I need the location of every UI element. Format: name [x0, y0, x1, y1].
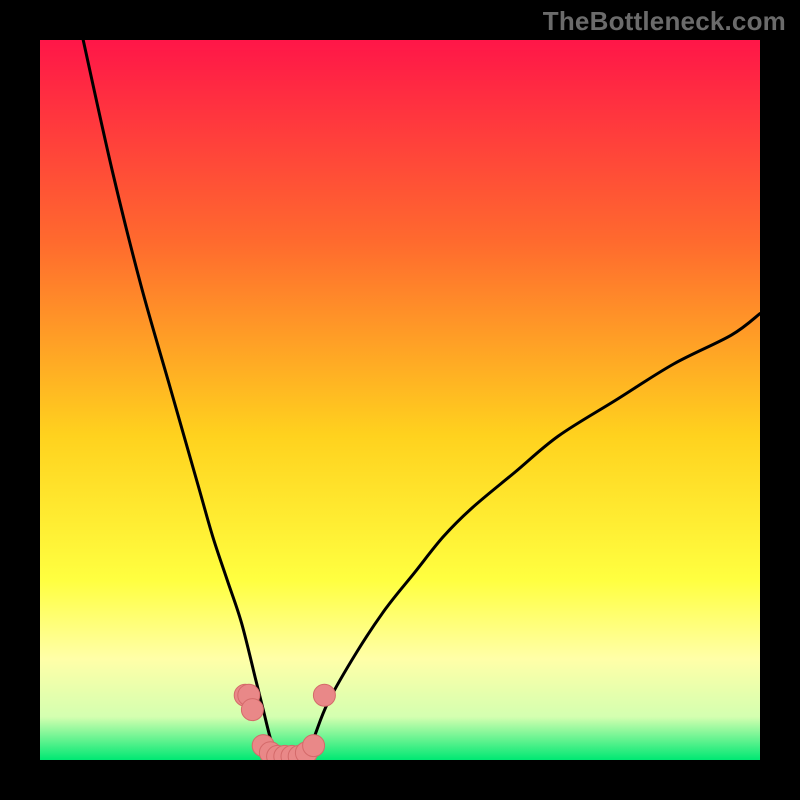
bottleneck-chart	[40, 40, 760, 760]
curve-marker	[241, 699, 263, 721]
outer-frame: TheBottleneck.com	[0, 0, 800, 800]
curve-marker	[303, 735, 325, 757]
curve-marker	[313, 684, 335, 706]
watermark-text: TheBottleneck.com	[543, 6, 786, 37]
gradient-background	[40, 40, 760, 760]
